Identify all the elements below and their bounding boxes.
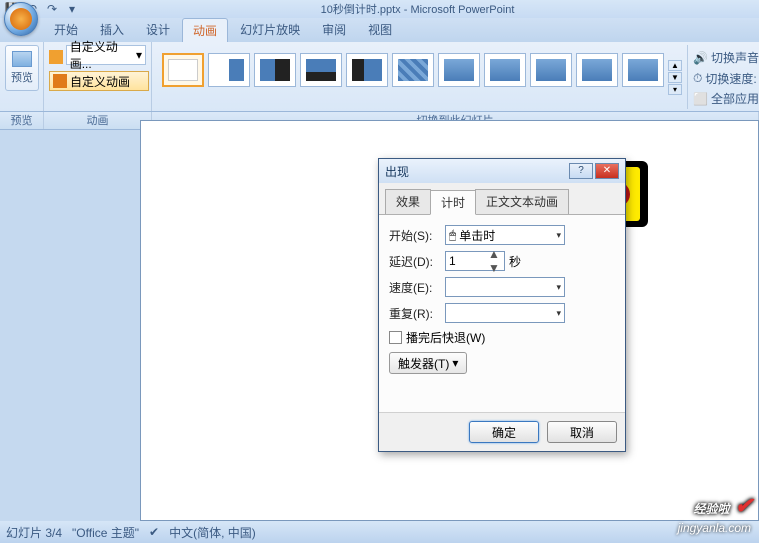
slide-counter: 幻灯片 3/4 xyxy=(6,524,62,541)
transition-item[interactable] xyxy=(392,53,434,87)
expand-icon[interactable]: ▾ xyxy=(668,84,682,95)
transition-item[interactable] xyxy=(346,53,388,87)
transition-item[interactable] xyxy=(622,53,664,87)
delay-spinner[interactable]: 1 ▲▼ xyxy=(445,251,505,271)
effect-options-dialog: 出现 ? ✕ 效果 计时 正文文本动画 开始(S): 🖱 单击时 ▾ 延迟(D)… xyxy=(378,158,626,452)
animation-dropdown-value: 自定义动画... xyxy=(70,38,136,72)
language-indicator[interactable]: 中文(简体, 中国) xyxy=(169,524,256,541)
preview-button[interactable]: 预览 xyxy=(5,45,39,91)
scroll-down-icon[interactable]: ▼ xyxy=(668,72,682,83)
trigger-label: 触发器(T) xyxy=(398,355,449,372)
office-button[interactable] xyxy=(4,2,38,36)
trigger-button[interactable]: 触发器(T) ▾ xyxy=(389,352,467,374)
dialog-footer: 确定 取消 xyxy=(379,412,625,451)
apply-all-icon: ⬜ xyxy=(693,92,708,106)
delay-unit: 秒 xyxy=(509,253,521,270)
speed-icon: ⏱ xyxy=(693,71,702,86)
transition-item[interactable] xyxy=(530,53,572,87)
tab-view[interactable]: 视图 xyxy=(358,18,402,42)
check-icon: ✔ xyxy=(735,493,753,518)
tab-slideshow[interactable]: 幻灯片放映 xyxy=(230,18,310,42)
start-label: 开始(S): xyxy=(389,227,441,244)
tab-design[interactable]: 设计 xyxy=(136,18,180,42)
chevron-down-icon: ▾ xyxy=(556,282,561,293)
delay-value: 1 xyxy=(449,254,487,268)
speed-label2: 速度(E): xyxy=(389,279,441,296)
custom-animation-button[interactable]: 自定义动画 xyxy=(49,71,149,91)
watermark: 经验啦 ✔ xyxy=(694,493,753,519)
rewind-checkbox[interactable] xyxy=(389,331,402,344)
anim-icon xyxy=(49,50,63,64)
scroll-up-icon[interactable]: ▲ xyxy=(668,60,682,71)
animation-dropdown[interactable]: 自定义动画... ▾ xyxy=(66,45,146,65)
help-button[interactable]: ? xyxy=(569,163,593,179)
custom-anim-icon xyxy=(53,74,67,88)
group-label-animation: 动画 xyxy=(44,112,152,129)
rewind-label: 播完后快退(W) xyxy=(406,329,485,346)
transition-item[interactable] xyxy=(300,53,342,87)
dialog-title: 出现 xyxy=(385,163,569,180)
chevron-down-icon: ▾ xyxy=(452,356,458,370)
group-animation: 自定义动画... ▾ 自定义动画 xyxy=(44,42,152,111)
transition-item[interactable] xyxy=(208,53,250,87)
speaker-icon: 🔊 xyxy=(693,51,708,65)
speed-dropdown[interactable]: ▾ xyxy=(445,277,565,297)
watermark-text: 经验啦 xyxy=(694,502,730,516)
dialog-body: 开始(S): 🖱 单击时 ▾ 延迟(D): 1 ▲▼ 秒 速度(E): ▾ 重复… xyxy=(379,215,625,412)
mouse-icon: 🖱 xyxy=(449,228,456,243)
preview-icon xyxy=(12,51,32,67)
transition-item[interactable] xyxy=(254,53,296,87)
tab-text-anim[interactable]: 正文文本动画 xyxy=(475,189,569,214)
sound-label: 切换声音: xyxy=(711,49,759,66)
transition-options: 🔊切换声音:[无声 ⏱切换速度:快速 ⬜全部应用 xyxy=(687,45,759,109)
chevron-down-icon: ▾ xyxy=(556,308,561,319)
ok-button[interactable]: 确定 xyxy=(469,421,539,443)
watermark-url: jingyanla.com xyxy=(678,521,751,535)
speed-label: 切换速度: xyxy=(705,70,756,87)
spellcheck-icon[interactable]: ✔ xyxy=(149,525,159,539)
repeat-dropdown[interactable]: ▾ xyxy=(445,303,565,323)
apply-all-label: 全部应用 xyxy=(711,90,759,107)
chevron-down-icon: ▾ xyxy=(556,230,561,241)
cancel-button[interactable]: 取消 xyxy=(547,421,617,443)
dialog-tabs: 效果 计时 正文文本动画 xyxy=(379,183,625,215)
title-bar: 💾 ↶ ↷ ▾ 10秒倒计时.pptx - Microsoft PowerPoi… xyxy=(0,0,759,18)
repeat-label: 重复(R): xyxy=(389,305,441,322)
dialog-titlebar[interactable]: 出现 ? ✕ xyxy=(379,159,625,183)
theme-name: "Office 主题" xyxy=(72,524,139,541)
start-value: 单击时 xyxy=(459,227,495,244)
spin-down-icon[interactable]: ▼ xyxy=(488,261,500,275)
start-dropdown[interactable]: 🖱 单击时 ▾ xyxy=(445,225,565,245)
group-label-preview: 预览 xyxy=(0,112,44,129)
ribbon: 预览 自定义动画... ▾ 自定义动画 xyxy=(0,42,759,112)
tab-timing[interactable]: 计时 xyxy=(430,190,476,215)
preview-label: 预览 xyxy=(11,69,33,85)
group-preview: 预览 xyxy=(0,42,44,111)
window-title: 10秒倒计时.pptx - Microsoft PowerPoint xyxy=(80,1,755,17)
apply-all-button[interactable]: ⬜全部应用 xyxy=(693,90,759,107)
transition-item[interactable] xyxy=(484,53,526,87)
gallery-more[interactable]: ▲ ▼ ▾ xyxy=(668,53,682,101)
chevron-down-icon: ▾ xyxy=(136,48,142,62)
transition-none[interactable] xyxy=(162,53,204,87)
spin-up-icon[interactable]: ▲ xyxy=(488,247,500,261)
redo-icon[interactable]: ↷ xyxy=(44,1,60,17)
tab-animations[interactable]: 动画 xyxy=(182,18,228,42)
close-button[interactable]: ✕ xyxy=(595,163,619,179)
transition-gallery[interactable]: ▲ ▼ ▾ xyxy=(157,45,687,109)
tab-review[interactable]: 审阅 xyxy=(312,18,356,42)
group-transitions: ▲ ▼ ▾ 🔊切换声音:[无声 ⏱切换速度:快速 ⬜全部应用 xyxy=(152,42,759,111)
delay-label: 延迟(D): xyxy=(389,253,441,270)
tab-effect[interactable]: 效果 xyxy=(385,189,431,214)
transition-item[interactable] xyxy=(576,53,618,87)
status-bar: 幻灯片 3/4 "Office 主题" ✔ 中文(简体, 中国) xyxy=(0,521,759,543)
qat-dropdown-icon[interactable]: ▾ xyxy=(64,1,80,17)
custom-anim-label: 自定义动画 xyxy=(70,73,130,90)
transition-item[interactable] xyxy=(438,53,480,87)
